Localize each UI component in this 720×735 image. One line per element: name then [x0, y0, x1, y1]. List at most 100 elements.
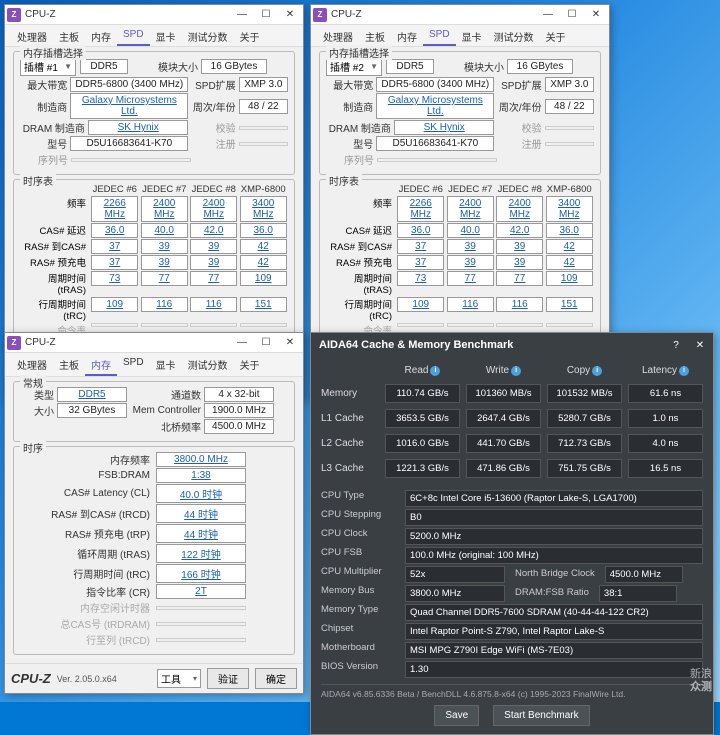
- tab-spd[interactable]: SPD: [117, 355, 150, 376]
- info-value: 100.0 MHz (original: 100 MHz): [405, 547, 703, 564]
- maximize-btn[interactable]: ☐: [255, 7, 277, 23]
- cpuz-icon: Z: [313, 8, 327, 22]
- info-key: CPU FSB: [321, 547, 399, 564]
- tab-spd[interactable]: SPD: [423, 27, 456, 46]
- timing-value: 77: [496, 271, 543, 286]
- timing-row-label: RAS# 预充电: [326, 255, 396, 270]
- tab-about[interactable]: 关于: [234, 355, 266, 376]
- close-btn[interactable]: ✕: [279, 335, 301, 351]
- timing-row-label: 频率: [326, 196, 396, 222]
- tab-mainboard[interactable]: 主板: [359, 27, 391, 46]
- minimize-btn[interactable]: —: [231, 335, 253, 351]
- timing-value: 39: [190, 255, 237, 270]
- save-button[interactable]: Save: [434, 705, 479, 726]
- help-btn[interactable]: ?: [665, 337, 687, 353]
- minimize-btn[interactable]: —: [537, 7, 559, 23]
- slot-selection-group: 内存插槽选择 插槽 #2▼ DDR5 模块大小 16 GBytes 最大带宽 D…: [319, 51, 601, 175]
- timing-row-label: 内存空闲计时器: [20, 600, 150, 615]
- ok-button[interactable]: 确定: [255, 668, 297, 689]
- tab-mainboard[interactable]: 主板: [53, 355, 85, 376]
- timing-row-label: 行周期时间 (tRC): [20, 297, 90, 322]
- info-key: CPU Clock: [321, 528, 399, 545]
- maximize-btn[interactable]: ☐: [255, 335, 277, 351]
- memtype-value: DDR5: [80, 59, 128, 74]
- minimize-btn[interactable]: —: [231, 7, 253, 23]
- tab-cpu[interactable]: 处理器: [11, 355, 53, 376]
- mfr-label: 制造商: [326, 99, 373, 114]
- titlebar[interactable]: Z CPU-Z — ☐ ✕: [5, 333, 303, 353]
- dram-value[interactable]: SK Hynix: [88, 120, 189, 135]
- reg-label: 注册: [188, 136, 235, 151]
- slot-legend: 内存插槽选择: [326, 45, 392, 60]
- bench-cell: 1.0 ns: [628, 409, 703, 428]
- size-label: 大小: [20, 403, 54, 418]
- cpuz-window-3: Z CPU-Z — ☐ ✕ 处理器 主板 内存 SPD 显卡 测试分数 关于 常…: [4, 332, 304, 694]
- info-value: 5200.0 MHz: [405, 528, 703, 545]
- info-icon[interactable]: i: [592, 366, 602, 376]
- general-group: 常规 类型 DDR5 通道数 4 x 32-bit 大小 32 GBytes M…: [13, 381, 295, 442]
- type-value[interactable]: DDR5: [57, 387, 127, 402]
- part-value: D5U16683641-K70: [376, 136, 494, 151]
- titlebar[interactable]: Z CPU-Z — ☐ ✕: [311, 5, 609, 25]
- info-icon[interactable]: i: [679, 366, 689, 376]
- tab-cpu[interactable]: 处理器: [11, 27, 53, 46]
- timing-value: 40.0 时钟: [156, 484, 246, 503]
- chevron-down-icon: ▼: [370, 62, 378, 71]
- info-value: MSI MPG Z790I Edge WiFi (MS-7E03): [405, 642, 703, 659]
- titlebar[interactable]: Z CPU-Z — ☐ ✕: [5, 5, 303, 25]
- info-icon[interactable]: i: [430, 366, 440, 376]
- window-title: CPU-Z: [331, 9, 537, 20]
- close-btn[interactable]: ✕: [585, 7, 607, 23]
- info-value: 6C+8c Intel Core i5-13600 (Raptor Lake-S…: [405, 490, 703, 507]
- timing-value: [240, 323, 287, 327]
- tab-memory[interactable]: 内存: [391, 27, 423, 46]
- size-value: 32 GBytes: [57, 403, 127, 418]
- window-title: CPU-Z: [25, 337, 231, 348]
- timing-row-label: FSB:DRAM: [20, 470, 150, 481]
- tab-bench[interactable]: 测试分数: [488, 27, 540, 46]
- tools-dropdown[interactable]: 工具▾: [157, 669, 201, 688]
- tab-graphics[interactable]: 显卡: [150, 27, 182, 46]
- timing-value: 40.0: [141, 223, 188, 238]
- verify-button[interactable]: 验证: [207, 668, 249, 689]
- tab-bench[interactable]: 测试分数: [182, 355, 234, 376]
- bench-cell: 1016.0 GB/s: [385, 434, 460, 453]
- timing-value: 122 时钟: [156, 544, 246, 563]
- dram-value[interactable]: SK Hynix: [394, 120, 495, 135]
- aida-version-text: AIDA64 v6.85.6336 Beta / BenchDLL 4.6.87…: [321, 689, 625, 699]
- timing-row-label: 周期时间 (tRAS): [326, 271, 396, 296]
- mfr-value[interactable]: Galaxy Microsystems Ltd.: [70, 93, 188, 119]
- footer: CPU-Z Ver. 2.05.0.x64 工具▾ 验证 确定: [5, 663, 303, 693]
- tab-about[interactable]: 关于: [540, 27, 572, 46]
- tab-memory[interactable]: 内存: [85, 27, 117, 46]
- close-btn[interactable]: ✕: [689, 337, 711, 353]
- timing-value: [546, 323, 593, 327]
- tab-cpu[interactable]: 处理器: [317, 27, 359, 46]
- timing-value: 77: [447, 271, 494, 286]
- mfr-value[interactable]: Galaxy Microsystems Ltd.: [376, 93, 494, 119]
- timing-row-label: RAS# 到CAS#: [326, 239, 396, 254]
- info-value: 3800.0 MHz: [405, 585, 505, 602]
- tab-graphics[interactable]: 显卡: [150, 355, 182, 376]
- close-btn[interactable]: ✕: [279, 7, 301, 23]
- slot-selection-group: 内存插槽选择 插槽 #1▼ DDR5 模块大小 16 GBytes 最大带宽 D…: [13, 51, 295, 175]
- timing-value: 42.0: [190, 223, 237, 238]
- tab-spd[interactable]: SPD: [117, 27, 150, 46]
- tab-mainboard[interactable]: 主板: [53, 27, 85, 46]
- bench-cell: 61.6 ns: [628, 384, 703, 403]
- start-benchmark-button[interactable]: Start Benchmark: [493, 705, 589, 726]
- system-info: CPU Type6C+8c Intel Core i5-13600 (Rapto…: [321, 490, 703, 678]
- info-icon[interactable]: i: [511, 366, 521, 376]
- timing-value: 2266 MHz: [91, 196, 138, 222]
- maximize-btn[interactable]: ☐: [561, 7, 583, 23]
- bench-row-label: L2 Cache: [321, 434, 379, 453]
- reg-value: [239, 142, 288, 146]
- tab-memory[interactable]: 内存: [85, 355, 117, 376]
- info-value: Quad Channel DDR5-7600 SDRAM (40-44-44-1…: [405, 604, 703, 621]
- timing-value: 42: [240, 255, 287, 270]
- titlebar[interactable]: AIDA64 Cache & Memory Benchmark ? ✕: [311, 333, 713, 357]
- maxbw-label: 最大带宽: [20, 77, 67, 92]
- tab-graphics[interactable]: 显卡: [456, 27, 488, 46]
- tab-bench[interactable]: 测试分数: [182, 27, 234, 46]
- tab-about[interactable]: 关于: [234, 27, 266, 46]
